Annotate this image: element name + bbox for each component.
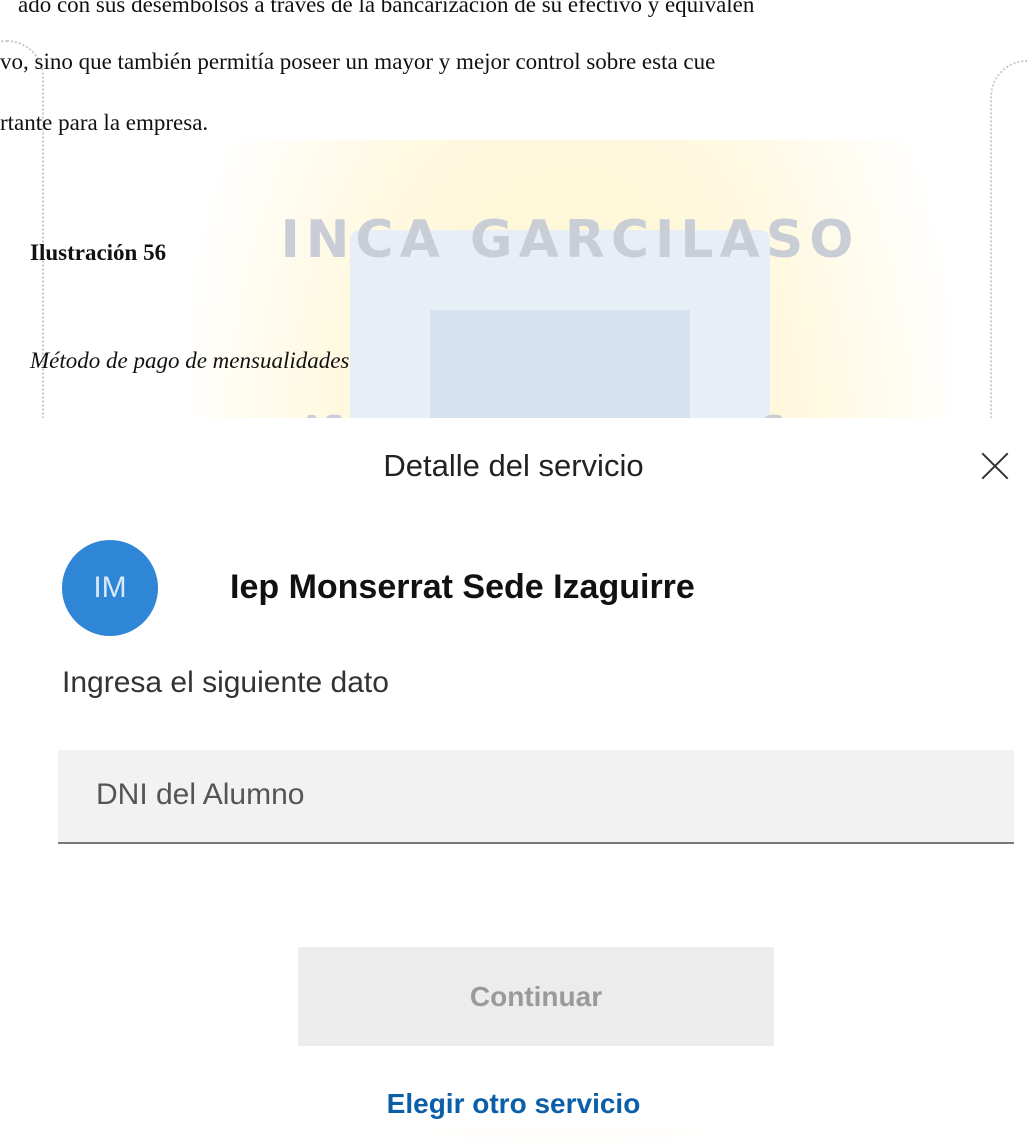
- paragraph-line: vo, sino que también permitía poseer un …: [0, 49, 716, 74]
- paragraph-line: rtante para la empresa.: [0, 110, 209, 135]
- watermark-text: INCA GARCILASO: [280, 210, 860, 270]
- service-detail-dialog: Detalle del servicio IM Iep Monserrat Se…: [0, 418, 1027, 1126]
- choose-other-service-link[interactable]: Elegir otro servicio: [0, 1088, 1027, 1120]
- paragraph-line: ado con sus desembolsos a través de la b…: [18, 0, 755, 17]
- figure-title: Método de pago de mensualidades: [30, 348, 350, 373]
- avatar: IM: [62, 540, 158, 636]
- figure-number: Ilustración 56: [30, 240, 167, 265]
- merchant-name: Iep Monserrat Sede Izaguirre: [230, 568, 695, 606]
- close-icon[interactable]: [975, 446, 1015, 486]
- input-prompt: Ingresa el siguiente dato: [62, 666, 389, 699]
- dni-input[interactable]: DNI del Alumno: [58, 750, 1014, 844]
- continue-button[interactable]: Continuar: [298, 947, 774, 1046]
- dni-placeholder: DNI del Alumno: [96, 778, 305, 811]
- avatar-initials: IM: [93, 571, 127, 604]
- dialog-title: Detalle del servicio: [383, 448, 644, 483]
